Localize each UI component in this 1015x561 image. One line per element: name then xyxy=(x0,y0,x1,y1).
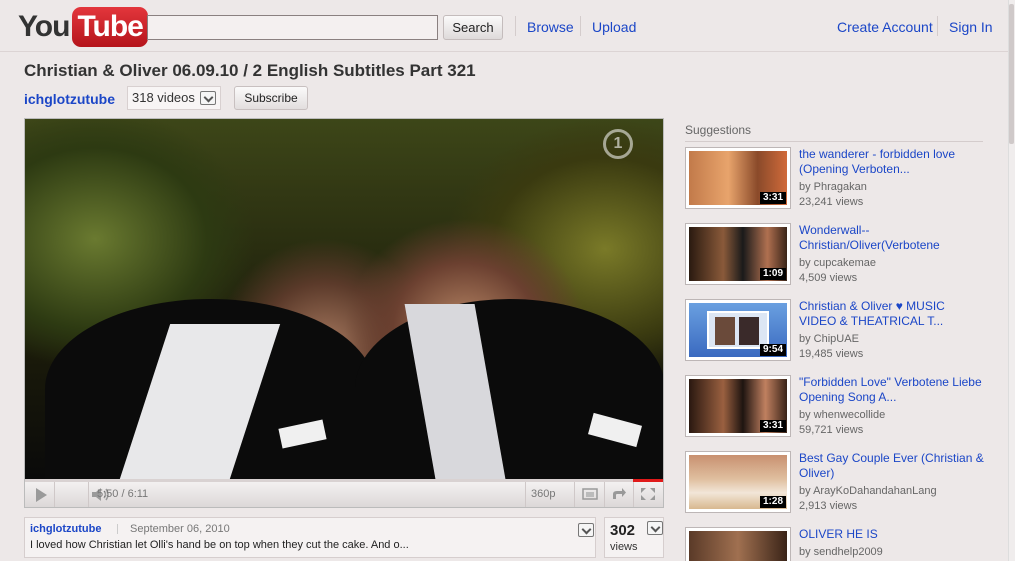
suggestion-author: by ArayKoDahandahanLang xyxy=(799,485,937,497)
video-description: I loved how Christian let Olli's hand be… xyxy=(30,539,409,551)
fullscreen-icon xyxy=(641,488,655,500)
suggestion-author: by Phragakan xyxy=(799,181,867,193)
suggestion-item[interactable]: 3:31 the wanderer - forbidden love (Open… xyxy=(685,147,985,211)
suggestion-title[interactable]: Christian & Oliver ♥ MUSIC VIDEO & THEAT… xyxy=(799,299,984,329)
suggestion-author: by sendhelp2009 xyxy=(799,546,883,558)
suggestion-title[interactable]: the wanderer - forbidden love (Opening V… xyxy=(799,147,984,177)
duration-badge: 3:31 xyxy=(759,192,786,204)
suggestion-views: 19,485 views xyxy=(799,348,864,360)
suggestion-author: by whenwecollide xyxy=(799,409,886,421)
search-input[interactable] xyxy=(147,15,438,40)
popout-button[interactable] xyxy=(575,482,605,507)
nav-browse[interactable]: Browse xyxy=(527,19,574,35)
view-count: 302 xyxy=(610,522,636,539)
quality-button[interactable]: 360p xyxy=(525,482,575,507)
nav-upload[interactable]: Upload xyxy=(592,19,636,35)
play-icon xyxy=(36,488,47,502)
suggestion-item[interactable]: 1:09 Wonderwall--Christian/Oliver(Verbot… xyxy=(685,223,985,287)
suggestion-thumbnail[interactable]: 9:54 xyxy=(685,299,791,361)
suggestion-views: 2,913 views xyxy=(799,500,858,512)
page-scrollbar[interactable] xyxy=(1008,0,1015,561)
youtube-logo[interactable]: You Tube xyxy=(18,7,148,47)
volume-button[interactable] xyxy=(55,482,109,507)
fullscreen-button[interactable] xyxy=(634,482,663,507)
time-display: 5:50 / 6:11 xyxy=(97,488,149,500)
video-info-box: ichglotzutube September 06, 2010 I loved… xyxy=(24,517,596,558)
nav-divider xyxy=(937,16,938,36)
logo-tube: Tube xyxy=(72,7,148,47)
suggestion-title[interactable]: Wonderwall--Christian/Oliver(Verbotene xyxy=(799,223,984,253)
duration-badge: 9:54 xyxy=(759,344,786,356)
share-arrow-icon xyxy=(613,488,626,499)
nav-sign-in[interactable]: Sign In xyxy=(949,19,993,35)
suggestion-views: 4,509 views xyxy=(799,272,858,284)
tv-channel-logo: 1 xyxy=(603,129,633,159)
suggestion-item[interactable]: 1:28 Best Gay Couple Ever (Christian & O… xyxy=(685,451,985,515)
suggestion-views: 23,241 views xyxy=(799,196,864,208)
video-frame[interactable]: 1 xyxy=(25,119,663,479)
divider xyxy=(117,524,118,534)
quality-label: 360p xyxy=(531,488,556,500)
divider xyxy=(685,141,983,142)
duration-badge: 3:31 xyxy=(759,420,786,432)
share-button[interactable] xyxy=(605,482,634,507)
video-figure-right xyxy=(355,299,663,479)
popout-icon xyxy=(582,488,598,500)
suggestion-title[interactable]: "Forbidden Love" Verbotene Liebe Opening… xyxy=(799,375,984,405)
player-controls: 5:50 / 6:11 360p xyxy=(25,482,663,507)
suggestion-title[interactable]: OLIVER HE IS xyxy=(799,527,984,542)
suggestion-thumbnail[interactable]: 1:28 xyxy=(685,451,791,513)
suggestion-item[interactable]: 3:31 "Forbidden Love" Verbotene Liebe Op… xyxy=(685,375,985,439)
suggestions-heading: Suggestions xyxy=(685,123,752,137)
channel-link[interactable]: ichglotzutube xyxy=(24,91,115,107)
suggestion-item[interactable]: 9:54 Christian & Oliver ♥ MUSIC VIDEO & … xyxy=(685,299,985,363)
suggestion-thumbnail[interactable]: 1:09 xyxy=(685,223,791,285)
view-count-label: views xyxy=(610,541,638,553)
chevron-down-icon[interactable] xyxy=(578,523,594,537)
search-button[interactable]: Search xyxy=(443,15,503,40)
video-count-label: 318 videos xyxy=(132,90,195,105)
suggestion-thumbnail[interactable]: 3:31 xyxy=(685,147,791,209)
nav-create-account[interactable]: Create Account xyxy=(837,19,933,35)
suggestion-title[interactable]: Best Gay Couple Ever (Christian & Oliver… xyxy=(799,451,984,481)
suggestion-thumbnail[interactable] xyxy=(685,527,791,561)
video-player[interactable]: 1 5:50 / 6:11 360p xyxy=(24,118,664,508)
masthead: You Tube Search Browse Upload Create Acc… xyxy=(0,0,1015,52)
suggestion-thumbnail[interactable]: 3:31 xyxy=(685,375,791,437)
video-title: Christian & Oliver 06.09.10 / 2 English … xyxy=(24,61,476,80)
chevron-down-icon[interactable] xyxy=(647,521,663,535)
nav-divider xyxy=(580,16,581,36)
suggestion-author: by ChipUAE xyxy=(799,333,859,345)
play-button[interactable] xyxy=(25,482,55,507)
uploader-link[interactable]: ichglotzutube xyxy=(30,523,102,535)
suggestion-views: 59,721 views xyxy=(799,424,864,436)
logo-you: You xyxy=(18,10,70,43)
video-count-dropdown[interactable]: 318 videos xyxy=(127,86,221,110)
chevron-down-icon[interactable] xyxy=(199,91,216,105)
suggestion-author: by cupcakemae xyxy=(799,257,877,269)
scrollbar-thumb[interactable] xyxy=(1009,4,1014,144)
views-box: 302 views xyxy=(604,517,664,558)
subscribe-button[interactable]: Subscribe xyxy=(234,86,308,110)
duration-badge: 1:09 xyxy=(759,268,786,280)
suggestion-item[interactable]: OLIVER HE IS by sendhelp2009 xyxy=(685,527,985,561)
nav-divider xyxy=(515,16,516,36)
upload-date: September 06, 2010 xyxy=(130,523,230,535)
duration-badge: 1:28 xyxy=(759,496,786,508)
